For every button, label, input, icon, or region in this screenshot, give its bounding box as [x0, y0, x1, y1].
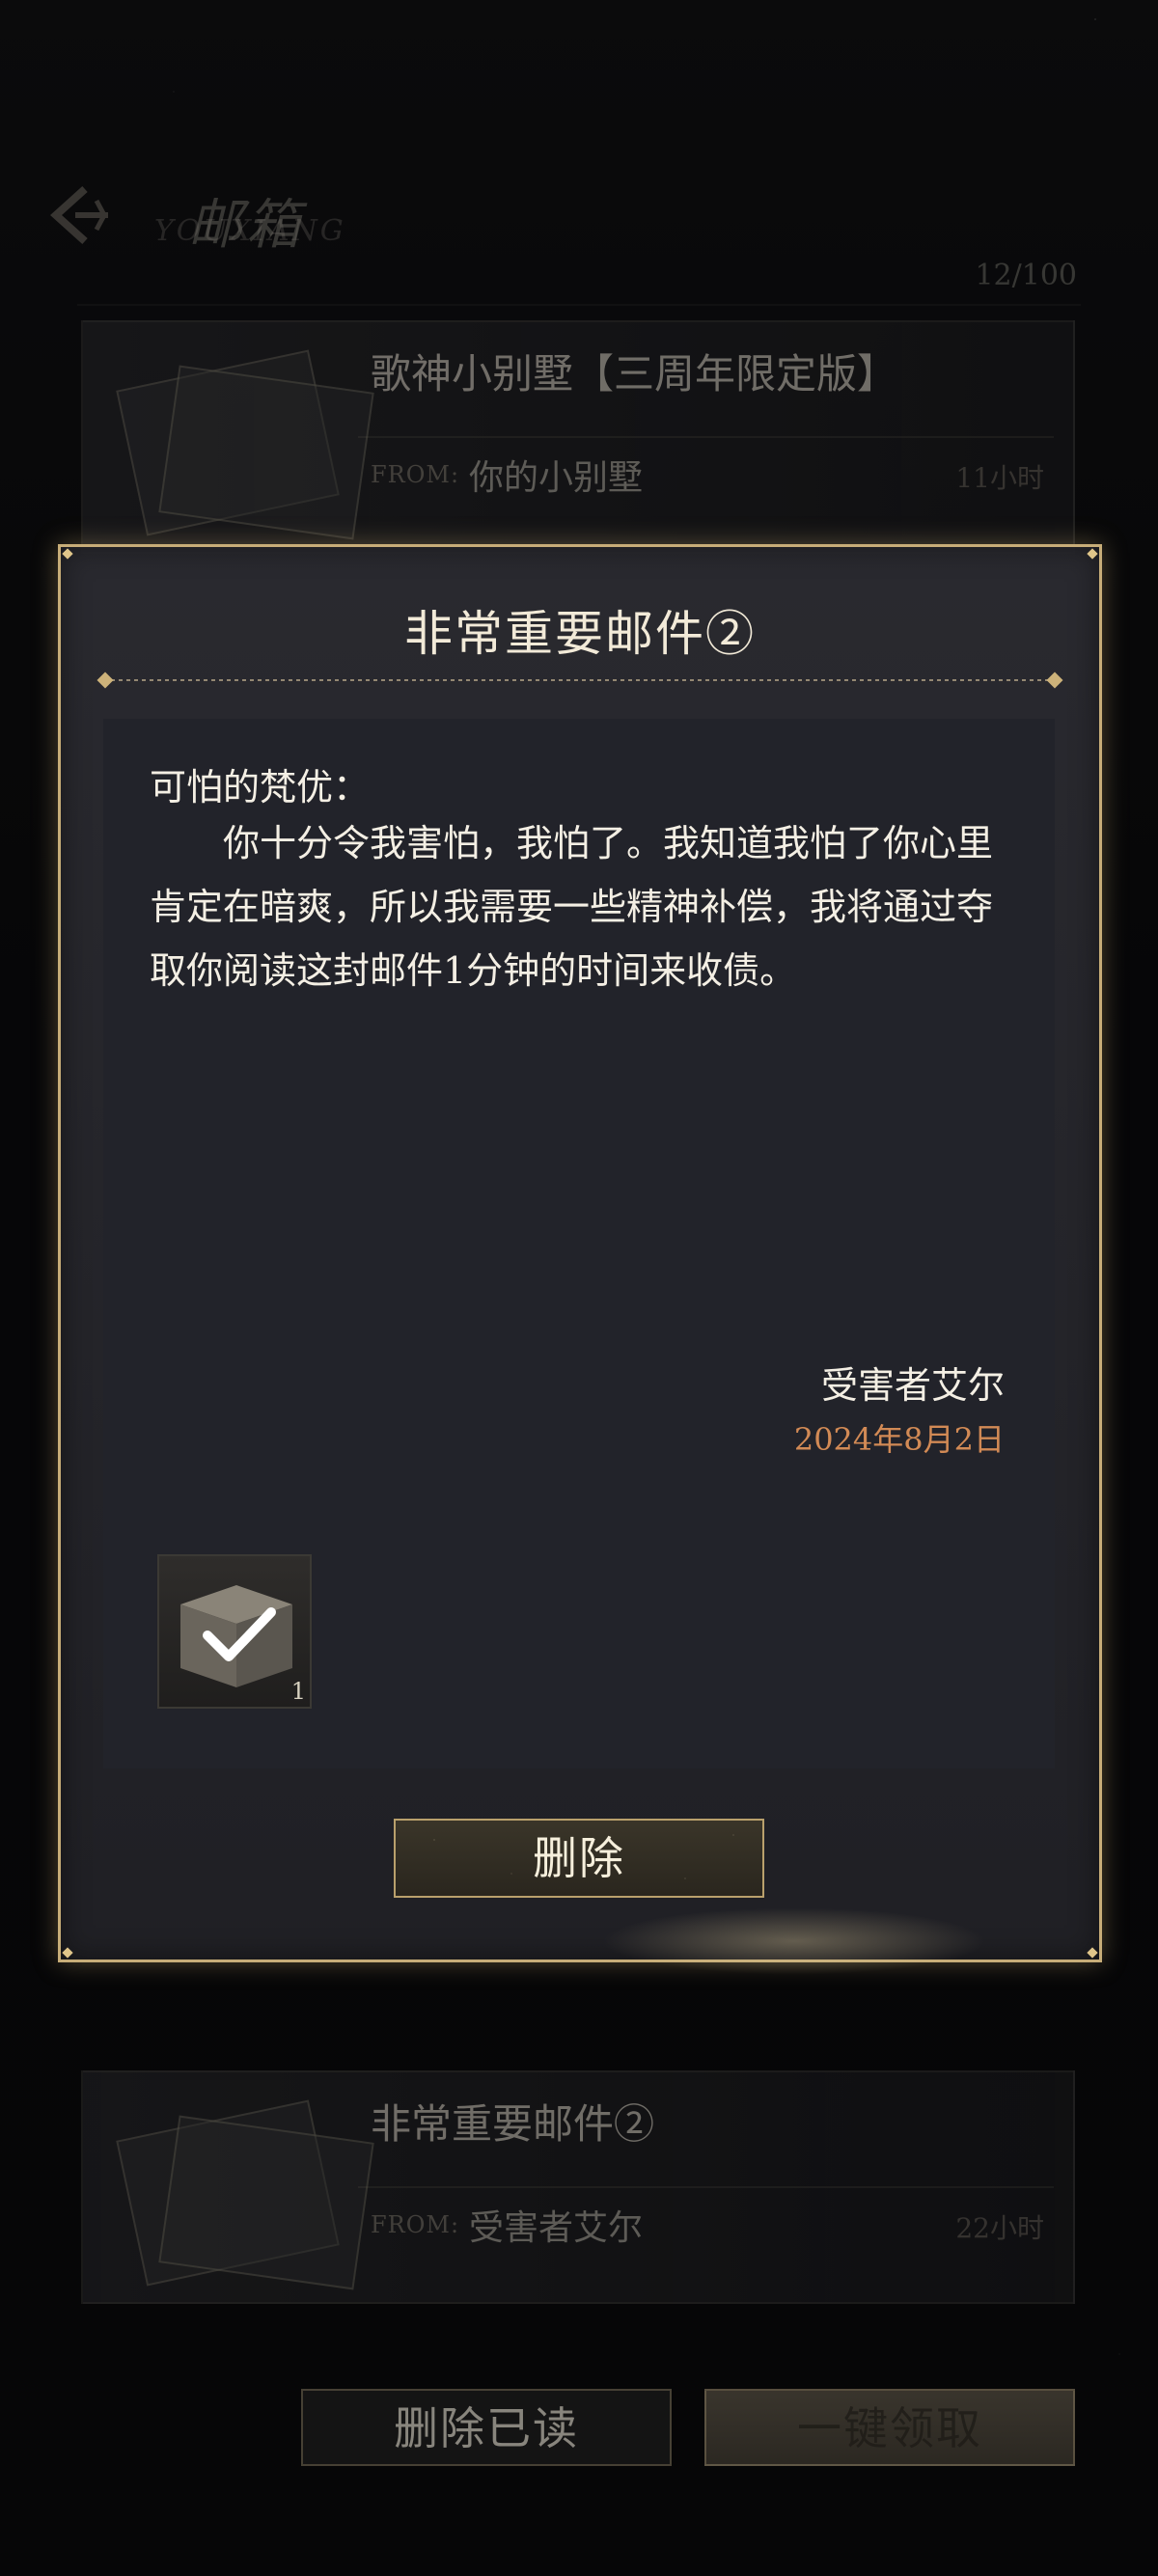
- mail-content-panel: 可怕的梵优： 你十分令我害怕，我怕了。我知道我怕了你心里肯定在暗爽，所以我需要一…: [103, 719, 1055, 1768]
- mail-body: 你十分令我害怕，我怕了。我知道我怕了你心里肯定在暗爽，所以我需要一些精神补偿，我…: [150, 822, 994, 992]
- corner-ornament: [55, 541, 80, 566]
- title-divider: [103, 679, 1057, 681]
- mail-signature: 受害者艾尔: [820, 1364, 1005, 1407]
- mail-detail-dialog: 非常重要邮件② 可怕的梵优： 你十分令我害怕，我怕了。我知道我怕了你心里肯定在暗…: [55, 541, 1105, 1975]
- corner-ornament: [1080, 1940, 1105, 1965]
- dialog-title: 非常重要邮件②: [404, 606, 756, 662]
- corner-ornament: [55, 1940, 80, 1965]
- divider-diamond: [1046, 671, 1063, 689]
- attachment-quantity: 1: [290, 1678, 306, 1705]
- attachment-item[interactable]: 1: [157, 1554, 312, 1709]
- delete-button[interactable]: 删除: [394, 1819, 764, 1898]
- claim-all-button[interactable]: 一键领取: [704, 2389, 1075, 2466]
- mail-salutation: 可怕的梵优：: [150, 766, 371, 808]
- corner-ornament: [1080, 541, 1105, 566]
- box-check-icon: [180, 1585, 292, 1687]
- delete-read-button[interactable]: 删除已读: [301, 2389, 672, 2466]
- mail-date: 2024年8月2日: [793, 1421, 1005, 1458]
- divider-diamond: [96, 671, 114, 689]
- light-glow: [601, 1907, 987, 1975]
